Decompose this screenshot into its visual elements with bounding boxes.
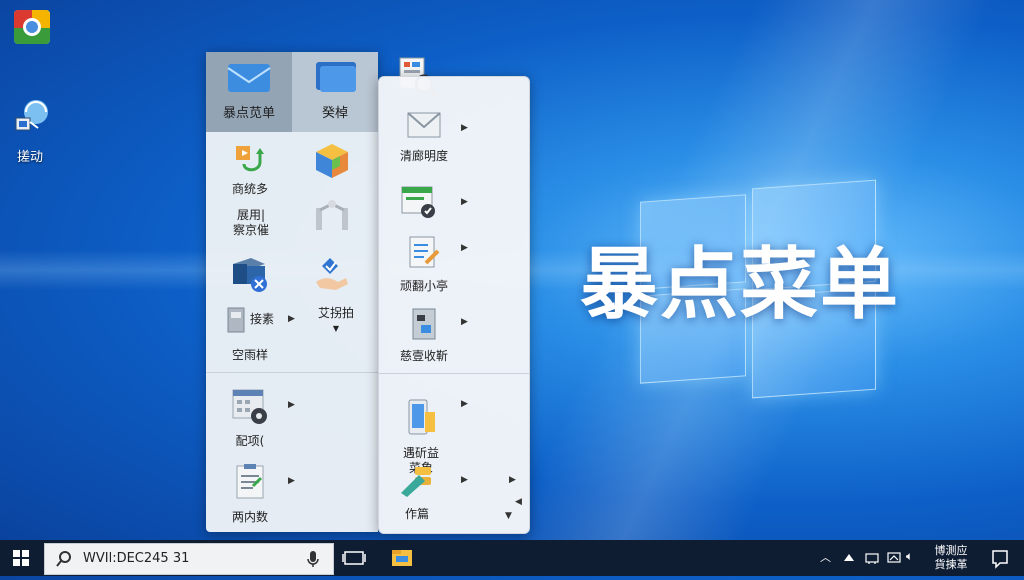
menu-item-box-x[interactable] xyxy=(224,254,274,302)
calendar-gear-icon xyxy=(232,389,267,424)
item-label: 商统多 xyxy=(231,182,268,196)
chevron-down-icon[interactable]: ▼ xyxy=(505,511,512,521)
item-label: 配项( xyxy=(235,434,265,448)
chrome-icon xyxy=(14,10,50,44)
start-menu: 暴点苋单 癸棹 商统多 展用| 察京催 接素 ▶ 艾拐拍 ▼ 空雨样 配项(▶… xyxy=(206,52,530,534)
chevron-right-icon[interactable]: ▶ xyxy=(288,476,295,486)
chevron-up-icon[interactable]: ︿ xyxy=(820,549,831,565)
cube-icon xyxy=(316,144,348,178)
mail-tile-icon xyxy=(227,64,271,92)
tool-page-icon xyxy=(227,307,245,333)
notification-center-button[interactable] xyxy=(980,540,1020,576)
tile-label: 癸棹 xyxy=(321,106,348,121)
package-arrow-icon xyxy=(236,146,264,172)
taskbar: WVIl:DEC245 31 ︿ 🔈︎ 博測应 貨揀革 xyxy=(0,540,1024,576)
handshake-icon xyxy=(316,258,348,290)
chevron-right-icon[interactable]: ▶ xyxy=(461,317,468,327)
separator xyxy=(379,373,529,374)
hero-text: 暴点菜单 xyxy=(580,240,901,330)
item-label: 清廊明度 xyxy=(399,149,448,163)
task-view-button[interactable] xyxy=(334,540,374,576)
menu-item-window-check[interactable] xyxy=(393,183,443,227)
item-label: 两内数 xyxy=(231,510,268,524)
mail-icon xyxy=(407,112,441,138)
tile-folder[interactable]: 癸棹 xyxy=(292,52,378,132)
menu-item-doc-edit[interactable]: 顽翻小亭 xyxy=(389,233,459,294)
search-text: WVIl:DEC245 31 xyxy=(83,551,190,566)
item-label: 艾拐拍 xyxy=(317,306,354,320)
display-icon[interactable] xyxy=(886,550,902,566)
network-nodes-icon xyxy=(316,200,348,230)
taskbar-search-box[interactable]: WVIl:DEC245 31 xyxy=(44,543,334,575)
menu-item-marker[interactable]: 作篇 xyxy=(389,463,445,522)
menu-item-clipboard[interactable]: 两内数 xyxy=(220,462,280,525)
menu-item-config[interactable]: 配项( xyxy=(220,386,280,449)
start-button[interactable] xyxy=(0,540,42,576)
chevron-right-icon[interactable]: ▶ xyxy=(461,197,468,207)
chevron-right-icon[interactable]: ▶ xyxy=(509,475,516,485)
marker-icon xyxy=(401,467,431,497)
desktop-icon-chrome[interactable] xyxy=(2,6,62,56)
separator xyxy=(206,372,378,373)
desktop-icon-network[interactable]: 搓动 xyxy=(0,98,60,165)
system-tray: ︿ 🔈︎ xyxy=(816,540,924,576)
folder-tile-icon xyxy=(316,62,356,92)
clipboard-icon xyxy=(236,464,264,499)
menu-item-nodes[interactable] xyxy=(306,198,358,242)
task-view-icon xyxy=(342,551,366,565)
menu-item-cube[interactable] xyxy=(302,140,362,188)
menu-item-empty[interactable]: 空雨样 xyxy=(220,348,280,363)
recycle-bin-icon xyxy=(412,308,436,340)
cloud-icon[interactable] xyxy=(842,551,856,563)
item-label: 作篇 xyxy=(404,507,429,521)
chevron-right-icon[interactable]: ▶ xyxy=(461,123,468,133)
tile-mail[interactable]: 暴点苋单 xyxy=(206,52,292,132)
clock-line-1: 博測应 xyxy=(934,544,968,557)
clock[interactable]: 博測应 貨揀革 xyxy=(928,544,974,572)
menu-item-search-tool[interactable]: 接素 xyxy=(218,304,282,334)
tile-label: 暴点苋单 xyxy=(222,106,275,121)
caret-down-icon: ▼ xyxy=(332,324,340,333)
network-status-icon[interactable] xyxy=(864,550,880,566)
chevron-left-icon[interactable]: ◀ xyxy=(515,497,522,507)
notification-icon xyxy=(992,550,1008,569)
start-menu-right-panel: 清廊明度 ▶ ▶ 顽翻小亭 ▶ 慈壹收靳 ▶ 遇斫益 ▶ 作篇 ▶ ▶ ◀ ▼ xyxy=(378,76,530,534)
menu-item-handshake[interactable] xyxy=(306,254,358,302)
chevron-right-icon[interactable]: ▶ xyxy=(288,400,295,410)
chevron-right-icon[interactable]: ▶ xyxy=(288,314,295,324)
menu-item-text[interactable]: 展用| 察京催 xyxy=(220,208,282,238)
search-icon xyxy=(56,551,71,567)
menu-item-mail[interactable]: 清廊明度 xyxy=(389,109,459,164)
menu-item-recycle[interactable]: 慈壹收靳 xyxy=(389,305,459,364)
chevron-right-icon[interactable]: ▶ xyxy=(461,399,468,409)
phone-doc-icon xyxy=(408,399,435,435)
network-icon xyxy=(15,100,48,131)
file-explorer-icon xyxy=(392,550,412,566)
tile-strip: 暴点苋单 癸棹 xyxy=(206,52,378,132)
item-label: 慈壹收靳 xyxy=(399,349,448,363)
menu-item-shop[interactable]: 商统多 xyxy=(218,140,282,197)
desktop-icon-label: 搓动 xyxy=(16,150,43,165)
window-check-icon xyxy=(401,186,435,218)
chevron-right-icon[interactable]: ▶ xyxy=(461,243,468,253)
start-menu-left-panel: 暴点苋单 癸棹 商统多 展用| 察京催 接素 ▶ 艾拐拍 ▼ 空雨样 配项(▶… xyxy=(206,52,378,532)
chevron-right-icon[interactable]: ▶ xyxy=(461,475,468,485)
menu-item-label-2[interactable]: 艾拐拍 ▼ xyxy=(306,306,366,336)
document-edit-icon xyxy=(409,236,440,268)
windows-start-icon xyxy=(13,550,29,566)
item-label: 接素 xyxy=(249,311,274,326)
item-label: 顽翻小亭 xyxy=(399,279,448,293)
blue-box-x-icon xyxy=(233,258,267,292)
clock-line-2: 貨揀革 xyxy=(934,558,968,571)
file-explorer-button[interactable] xyxy=(382,540,422,576)
microphone-icon[interactable] xyxy=(307,550,319,568)
volume-icon[interactable]: 🔈︎ xyxy=(906,549,913,564)
